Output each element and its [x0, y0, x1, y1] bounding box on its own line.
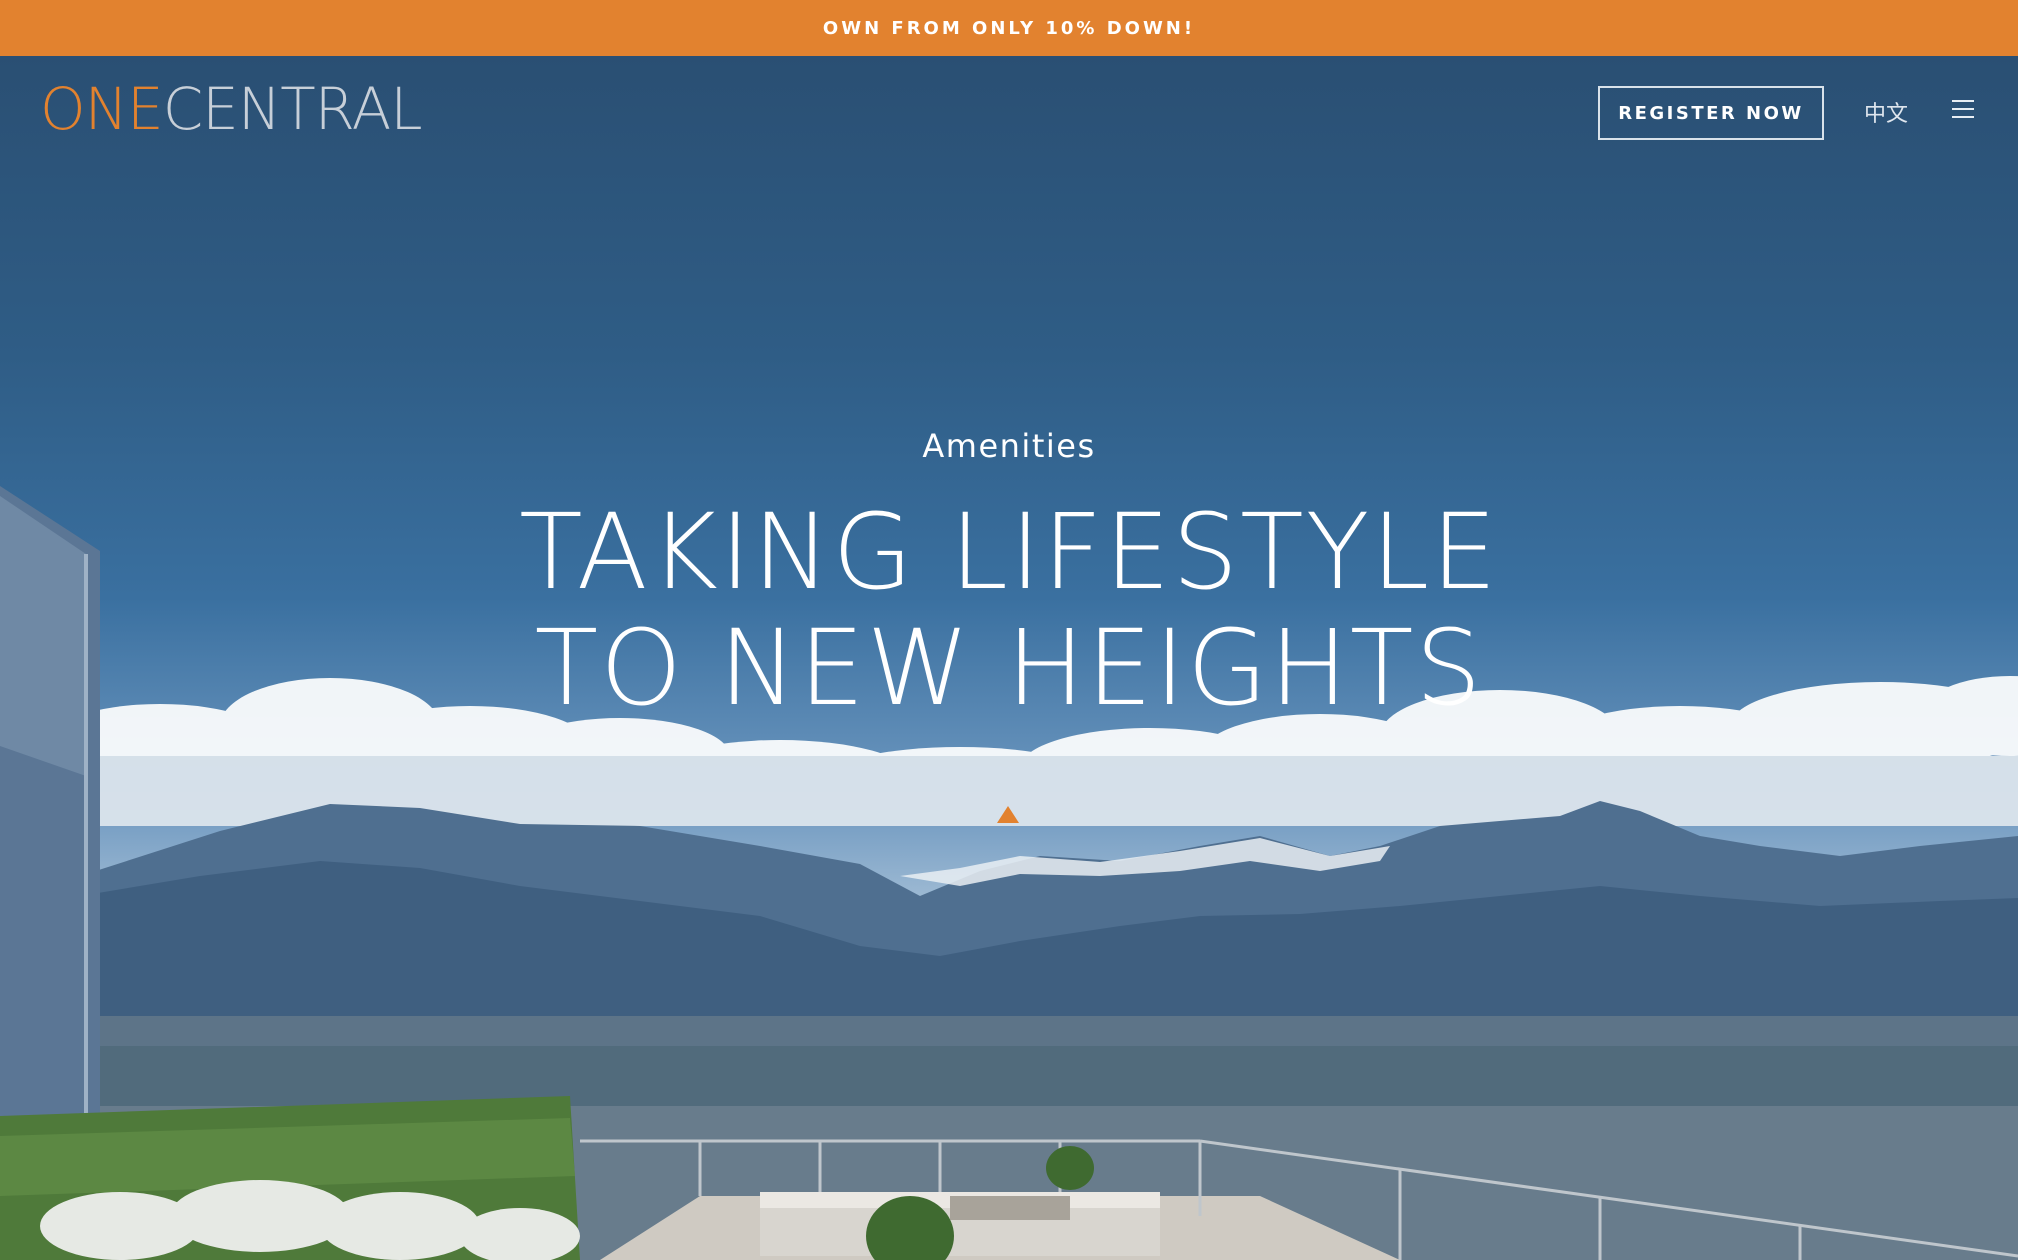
menu-line	[1952, 116, 1974, 118]
logo-one-text: ONE	[40, 75, 164, 143]
outdoor-sofa	[760, 1192, 1160, 1256]
hero-copy: Amenities TAKING LIFESTYLE TO NEW HEIGHT…	[0, 430, 2018, 726]
menu-line	[1952, 108, 1974, 110]
site-header: ONECENTRAL REGISTER NOW 中文	[0, 56, 2018, 168]
hamburger-menu-icon[interactable]	[1952, 100, 1976, 122]
hero-title: TAKING LIFESTYLE TO NEW HEIGHTS	[519, 491, 1499, 729]
promo-text: OWN FROM ONLY 10% DOWN!	[822, 17, 1196, 39]
promo-banner[interactable]: OWN FROM ONLY 10% DOWN!	[0, 0, 2018, 56]
triangle-up-icon[interactable]	[997, 806, 1019, 823]
onecentral-logo[interactable]: ONECENTRAL	[40, 80, 423, 138]
logo-central-text: CENTRAL	[162, 75, 423, 143]
menu-line	[1952, 100, 1974, 102]
hero-eyebrow: Amenities	[922, 427, 1096, 465]
language-toggle[interactable]: 中文	[1864, 96, 1908, 128]
register-now-button[interactable]: REGISTER NOW	[1598, 86, 1824, 140]
